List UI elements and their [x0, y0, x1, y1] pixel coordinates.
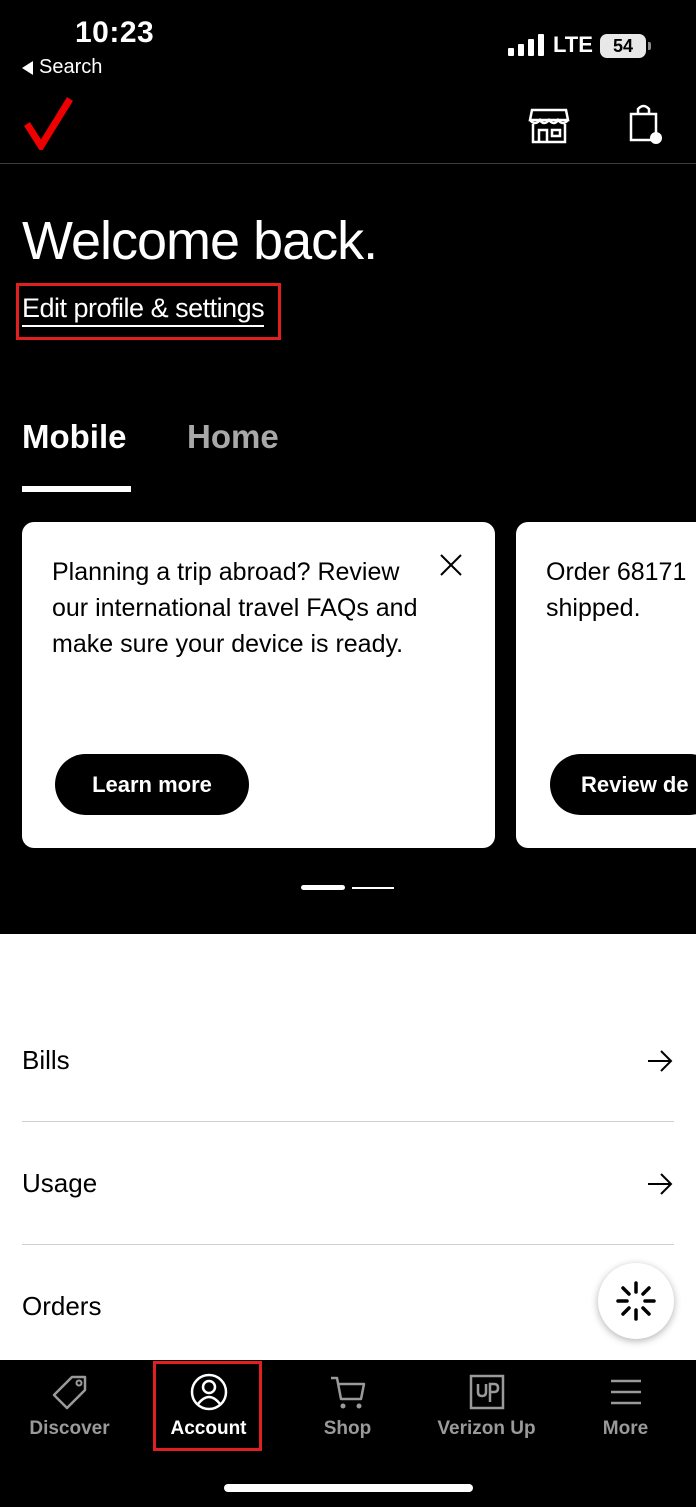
card-message: Order 68171 shipped.: [546, 554, 696, 626]
sparkle-chat-icon: [616, 1281, 656, 1321]
order-status: shipped.: [546, 594, 641, 622]
close-icon[interactable]: [438, 552, 464, 578]
list-item-label: Usage: [22, 1168, 98, 1198]
promo-card: Planning a trip abroad? Review our inter…: [22, 522, 495, 848]
back-triangle-icon: [22, 60, 33, 75]
nav-discover[interactable]: Discover: [0, 1372, 139, 1440]
nav-label: Verizon Up: [437, 1418, 536, 1439]
order-line: Order 68171: [546, 558, 687, 586]
list-item-bills[interactable]: Bills: [22, 999, 674, 1122]
network-type: LTE: [553, 32, 593, 57]
signal-strength-icon: [508, 34, 544, 56]
nav-label: More: [602, 1418, 649, 1439]
list-item-label: Bills: [22, 1045, 70, 1075]
home-indicator[interactable]: [224, 1484, 473, 1492]
active-tab-indicator: [22, 486, 131, 492]
edit-profile-link[interactable]: Edit profile & settings: [22, 293, 265, 327]
nav-more[interactable]: More: [556, 1372, 695, 1440]
tab-mobile[interactable]: Mobile: [22, 418, 127, 456]
status-time: 10:23: [75, 16, 155, 49]
list-item-orders[interactable]: Orders: [22, 1245, 674, 1368]
carousel-dot-active[interactable]: [301, 885, 345, 890]
header-divider: [0, 163, 696, 164]
carousel-dot[interactable]: [352, 887, 394, 889]
up-icon: [469, 1374, 504, 1410]
list-item-label: Orders: [22, 1291, 102, 1321]
shopping-bag-icon[interactable]: [626, 102, 666, 146]
learn-more-button[interactable]: Learn more: [55, 754, 249, 815]
arrow-right-icon: [648, 1049, 673, 1072]
nav-label: Discover: [29, 1418, 110, 1439]
battery-level: 54: [612, 35, 634, 56]
cart-icon: [330, 1376, 365, 1409]
nav-shop[interactable]: Shop: [278, 1372, 417, 1440]
tag-icon: [52, 1375, 86, 1410]
order-card: Order 68171 shipped. Review de: [516, 522, 696, 848]
welcome-title: Welcome back.: [22, 211, 378, 271]
list-item-usage[interactable]: Usage: [22, 1122, 674, 1245]
verizon-logo-icon[interactable]: [24, 96, 74, 150]
arrow-right-icon: [648, 1172, 673, 1195]
highlight-box: [153, 1361, 262, 1451]
chat-assistant-button[interactable]: [598, 1263, 674, 1339]
battery-icon: 54: [600, 34, 651, 58]
nav-verizon-up[interactable]: Verizon Up: [417, 1372, 556, 1440]
review-details-button[interactable]: Review de: [550, 754, 696, 815]
nav-label: Shop: [323, 1418, 372, 1439]
card-message: Planning a trip abroad? Review our inter…: [52, 558, 418, 658]
menu-icon: [610, 1379, 641, 1405]
back-to-search[interactable]: Search: [22, 56, 102, 79]
store-icon[interactable]: [528, 104, 570, 146]
tab-home[interactable]: Home: [187, 418, 279, 456]
back-label: Search: [39, 56, 103, 78]
